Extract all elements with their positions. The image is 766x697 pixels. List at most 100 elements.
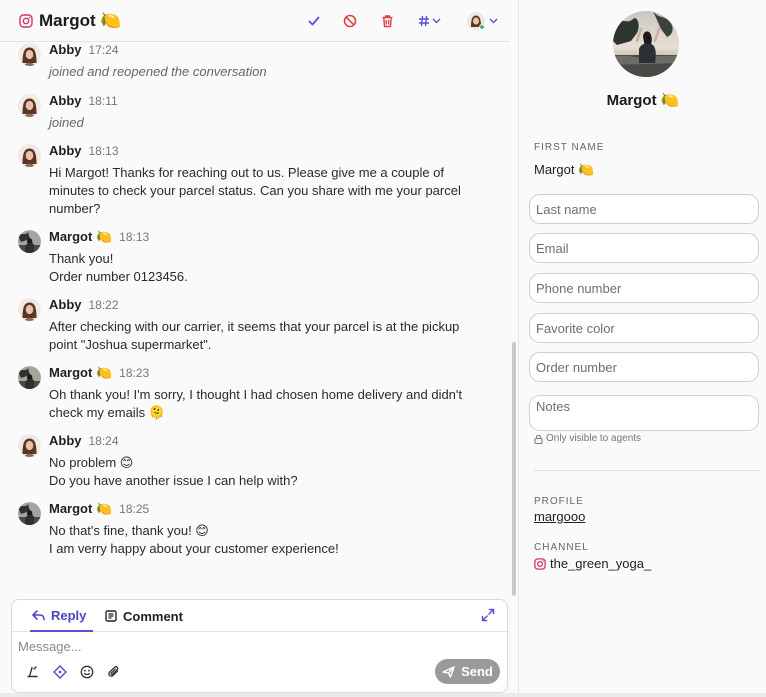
message-input[interactable] [18, 636, 438, 656]
avatar [18, 502, 41, 525]
message-text: After checking with our carrier, it seem… [49, 318, 479, 354]
message-line: check my emails 🫠 [49, 405, 165, 420]
expand-icon[interactable] [481, 608, 495, 622]
scrollbar[interactable] [512, 342, 516, 596]
comment-note-icon [105, 610, 117, 622]
message-text: Oh thank you! I'm sorry, I thought I had… [49, 386, 479, 422]
message-author: Margot 🍋 [49, 501, 113, 516]
message-header: Margot 🍋 18:23 [49, 365, 149, 383]
avatar [18, 144, 41, 167]
conversation-header: Margot 🍋 [0, 0, 510, 42]
message-author: Margot 🍋 [49, 229, 113, 244]
message-time: 18:13 [88, 144, 119, 158]
divider [534, 470, 759, 471]
message-time: 17:24 [88, 43, 119, 57]
resolve-button[interactable] [305, 12, 323, 30]
message-text: No that's fine, thank you! 😊 I am verry h… [49, 522, 479, 558]
trash-icon [382, 15, 392, 28]
notes-hint-text: Only visible to agents [546, 433, 642, 444]
favorite-color-field[interactable] [529, 313, 759, 343]
message-author: Margot 🍋 [49, 365, 113, 380]
assignee-dropdown[interactable] [466, 12, 498, 30]
message-line: I am verry happy about your customer exp… [49, 541, 339, 556]
send-button[interactable]: Send [435, 659, 500, 684]
message-line: Hi Margot! Thanks for reaching out to us… [49, 165, 445, 180]
channel-name: the_green_yoga_ [550, 556, 652, 571]
profile-label: PROFILE [534, 496, 584, 507]
message-author: Abby [49, 433, 82, 448]
message-line: number? [49, 201, 101, 216]
attach-button[interactable] [106, 664, 122, 680]
message-line: No that's fine, thank you! 😊 [49, 523, 209, 538]
delete-button[interactable] [378, 12, 396, 30]
contact-avatar [613, 11, 679, 77]
notes-visibility-hint: Only visible to agents [534, 433, 641, 444]
message-line: Thank you! [49, 251, 114, 266]
first-name-label: FIRST NAME [534, 142, 605, 153]
instagram-icon [19, 14, 33, 28]
message-line: No problem 😊 [49, 455, 134, 470]
message-list[interactable]: Abby 17:24 joined and reopened the convers… [0, 42, 510, 594]
system-event-text: joined [49, 114, 479, 132]
message-time: 18:25 [119, 502, 150, 516]
message-line: point "Joshua supermarket". [49, 337, 212, 352]
assignee-avatar [466, 12, 485, 30]
composer: Reply Comment Message... Send [11, 599, 508, 693]
message-author: Abby [49, 297, 82, 312]
emoji-button[interactable] [79, 664, 95, 680]
avatar [18, 43, 41, 66]
format-text-icon [27, 666, 38, 678]
message-line: joined and reopened the conversation [49, 64, 267, 79]
paperclip-icon [108, 666, 119, 677]
message-time: 18:13 [119, 230, 150, 244]
phone-number-field[interactable] [529, 273, 759, 303]
emoji-icon [80, 665, 94, 679]
tab-comment[interactable]: Comment [105, 600, 183, 632]
contact-name: Margot 🍋 [606, 92, 680, 109]
message-line: Order number 0123456. [49, 269, 188, 284]
message-line: After checking with our carrier, it seem… [49, 319, 460, 334]
message-line: Do you have another issue I can help wit… [49, 473, 298, 488]
message-header: Abby 18:13 [49, 143, 119, 161]
message-time: 18:24 [88, 434, 119, 448]
app-window: Margot 🍋 Abby 17:24 joined and reopened … [0, 0, 766, 697]
composer-toolbar [25, 663, 122, 681]
tags-dropdown[interactable] [416, 12, 442, 30]
tab-reply-label: Reply [51, 607, 87, 623]
last-name-field[interactable] [529, 194, 759, 224]
check-icon [308, 16, 320, 26]
avatar [18, 366, 41, 389]
avatar [18, 230, 41, 253]
message-header: Abby 18:22 [49, 297, 119, 315]
chevron-down-icon [432, 18, 440, 24]
message-line: Oh thank you! I'm sorry, I thought I had… [49, 387, 463, 402]
ban-icon [343, 14, 357, 28]
message-time: 18:22 [88, 298, 119, 312]
order-number-field[interactable] [529, 352, 759, 382]
send-icon [442, 665, 455, 678]
avatar [18, 298, 41, 321]
profile-link[interactable]: margooo [534, 509, 585, 524]
avatar [18, 94, 41, 117]
block-button[interactable] [341, 12, 359, 30]
message-header: Abby 17:24 [49, 42, 119, 60]
conversation-title: Margot 🍋 [39, 11, 122, 30]
notes-field[interactable] [529, 395, 759, 431]
message-text: Thank you! Order number 0123456. [49, 250, 479, 286]
email-field[interactable] [529, 233, 759, 263]
reply-icon [32, 609, 45, 621]
message-line: joined [49, 115, 84, 130]
channel-label: CHANNEL [534, 542, 589, 553]
message-line: minutes to check your parcel status. Can… [49, 183, 461, 198]
message-author: Abby [49, 93, 82, 108]
instagram-icon [534, 557, 546, 570]
message-time: 18:11 [88, 94, 118, 108]
tab-comment-label: Comment [123, 608, 183, 624]
contact-panel: Margot 🍋 FIRST NAME Margot 🍋 Only visibl… [520, 0, 766, 697]
tab-reply[interactable]: Reply [30, 600, 93, 632]
ai-assist-button[interactable] [52, 664, 68, 680]
lock-icon [534, 434, 543, 444]
formatting-button[interactable] [25, 664, 41, 680]
first-name-value[interactable]: Margot 🍋 [534, 162, 594, 178]
hashtag-icon [418, 15, 429, 27]
